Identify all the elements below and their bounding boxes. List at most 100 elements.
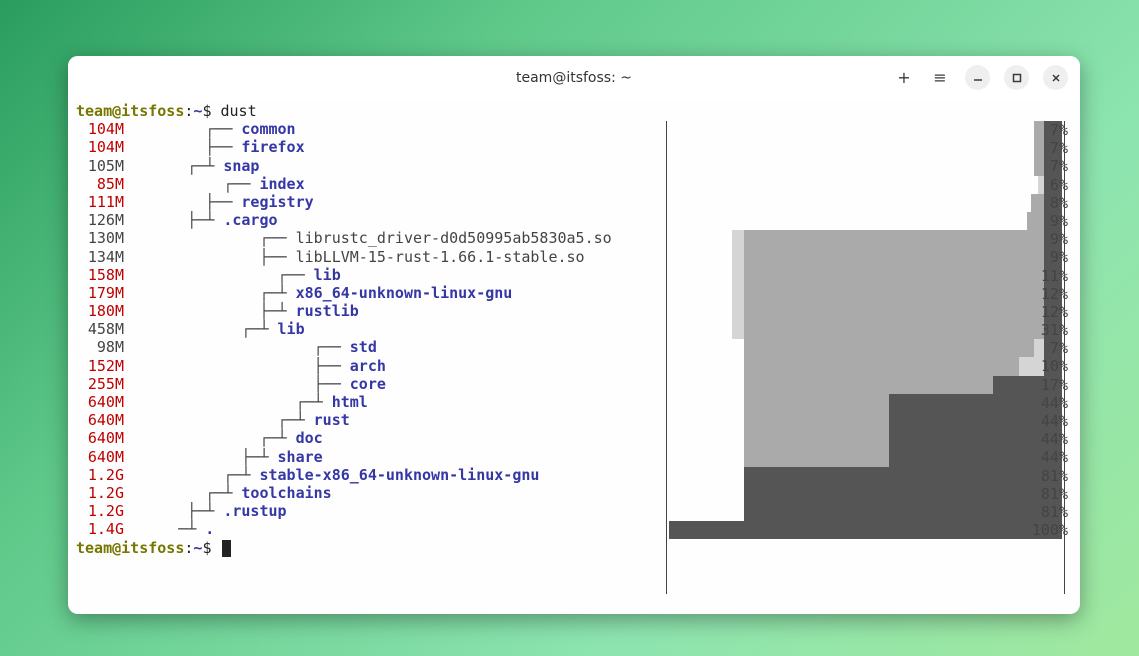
file-size: 180M (76, 302, 124, 320)
entry-name: core (350, 375, 386, 393)
entry-name: .cargo (223, 211, 277, 229)
file-size: 158M (76, 266, 124, 284)
tree-branch: ┌── (124, 266, 314, 284)
bar-segment (744, 248, 1045, 266)
close-button[interactable] (1043, 65, 1068, 90)
bar-row (669, 376, 1062, 394)
file-size: 640M (76, 393, 124, 411)
maximize-button[interactable] (1004, 65, 1029, 90)
cursor (222, 540, 231, 557)
bar-row (669, 267, 1062, 285)
bar-segment (744, 357, 1045, 375)
file-size: 152M (76, 357, 124, 375)
entry-name: index (259, 175, 304, 193)
tree-branch: ┌─┴ (124, 411, 314, 429)
file-size: 98M (76, 338, 124, 356)
bar-segment (744, 339, 1045, 357)
bar-segment (732, 321, 744, 339)
bar-segment (744, 303, 1045, 321)
titlebar: team@itsfoss: ~ + ≡ (68, 56, 1080, 100)
file-size: 85M (76, 175, 124, 193)
bar-row (669, 521, 1062, 539)
menu-button[interactable]: ≡ (929, 67, 951, 89)
tree-branch: ─┴ (124, 520, 205, 538)
entry-name: toolchains (241, 484, 331, 502)
bar-row (669, 467, 1062, 485)
tree-branch: ┌── (124, 229, 296, 247)
tree-branch: ┌─┴ (124, 284, 296, 302)
bar-row (669, 412, 1062, 430)
tree-branch: ┌── (124, 338, 350, 356)
minimize-button[interactable] (965, 65, 990, 90)
bar-row (669, 394, 1062, 412)
tree-branch: ├─┴ (124, 502, 223, 520)
bar-segment (744, 230, 1045, 248)
entry-name: . (205, 520, 214, 538)
file-size: 104M (76, 120, 124, 138)
file-size: 640M (76, 448, 124, 466)
bar-segment (744, 267, 1045, 285)
bar-row (669, 176, 1062, 194)
bar-row (669, 303, 1062, 321)
tree-branch: ├── (124, 138, 241, 156)
tree-branch: ┌── (124, 175, 259, 193)
entry-name: .rustup (223, 502, 286, 520)
bar-divider-left (666, 121, 667, 594)
terminal-content[interactable]: team@itsfoss:~$ dust 104M ┌── common 104M… (68, 100, 1080, 614)
file-size: 1.2G (76, 466, 124, 484)
bar-segment (744, 467, 1062, 485)
file-size: 255M (76, 375, 124, 393)
file-size: 1.2G (76, 484, 124, 502)
bar-row (669, 121, 1062, 139)
entry-name: arch (350, 357, 386, 375)
bar-row (669, 339, 1062, 357)
command-text: dust (221, 102, 257, 120)
entry-name: lib (314, 266, 341, 284)
entry-name: libLLVM-15-rust-1.66.1-stable.so (296, 248, 585, 266)
entry-name: lib (278, 320, 305, 338)
entry-name: rustlib (296, 302, 359, 320)
file-size: 1.4G (76, 520, 124, 538)
file-size: 640M (76, 411, 124, 429)
tree-branch: ├── (124, 357, 350, 375)
bar-segment (744, 376, 994, 394)
file-size: 640M (76, 429, 124, 447)
prompt-line-1: team@itsfoss:~$ dust (76, 102, 1072, 120)
entry-name: common (241, 120, 295, 138)
entry-name: std (350, 338, 377, 356)
tree-branch: ├── (124, 248, 296, 266)
bar-segment (744, 412, 889, 430)
entry-name: x86_64-unknown-linux-gnu (296, 284, 513, 302)
bar-row (669, 448, 1062, 466)
prompt-user: team@itsfoss (76, 102, 184, 120)
entry-name: firefox (241, 138, 304, 156)
file-size: 104M (76, 138, 124, 156)
file-size: 134M (76, 248, 124, 266)
bar-segment (732, 267, 744, 285)
bar-chart-area (669, 121, 1062, 539)
bar-row (669, 230, 1062, 248)
bar-segment (744, 394, 889, 412)
bar-segment (744, 448, 889, 466)
tree-branch: ├── (124, 193, 241, 211)
tree-branch: ┌─┴ (124, 429, 296, 447)
bar-segment (744, 485, 1062, 503)
tree-branch: ├─┴ (124, 302, 296, 320)
bar-row (669, 430, 1062, 448)
bar-segment (744, 321, 1045, 339)
entry-name: rust (314, 411, 350, 429)
tree-branch: ├── (124, 375, 350, 393)
file-size: 130M (76, 229, 124, 247)
new-tab-button[interactable]: + (893, 67, 915, 89)
file-size: 126M (76, 211, 124, 229)
terminal-window: team@itsfoss: ~ + ≡ team@itsfoss:~$ dust… (68, 56, 1080, 614)
file-size: 1.2G (76, 502, 124, 520)
bar-segment (732, 285, 744, 303)
tree-branch: ├─┴ (124, 448, 278, 466)
tree-branch: ├─┴ (124, 211, 223, 229)
tree-branch: ┌─┴ (124, 484, 241, 502)
entry-name: registry (241, 193, 313, 211)
bar-row (669, 485, 1062, 503)
bar-row (669, 285, 1062, 303)
entry-name: doc (296, 429, 323, 447)
